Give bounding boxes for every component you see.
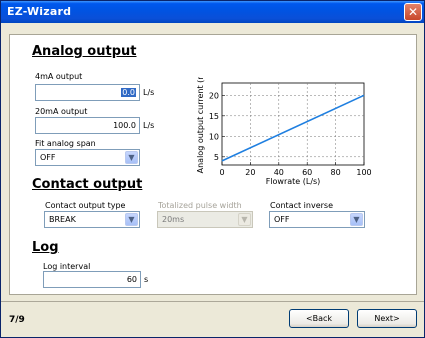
log-interval-input[interactable]: 60 xyxy=(43,271,141,288)
x-tick-label: 20 xyxy=(245,168,255,177)
ma4-output-input[interactable]: 0.0 xyxy=(35,84,140,101)
wizard-window: EZ-Wizard ✕ Analog output 4mA output 0.0… xyxy=(0,0,425,338)
fit-analog-span-value: OFF xyxy=(40,153,56,162)
ma4-output-unit: L/s xyxy=(143,88,155,97)
fit-analog-span-label: Fit analog span xyxy=(35,139,96,148)
y-axis-label: Analog output current (n xyxy=(196,77,205,173)
settings-panel: Analog output 4mA output 0.0 L/s 20mA ou… xyxy=(9,34,417,295)
pulse-width-label: Totalized pulse width xyxy=(158,201,242,210)
chevron-down-icon[interactable]: ▼ xyxy=(125,213,138,226)
contact-inverse-select[interactable]: OFF ▼ xyxy=(269,211,365,228)
y-tick-label: 20 xyxy=(209,91,219,100)
analog-output-heading: Analog output xyxy=(32,44,137,59)
contact-output-type-value: BREAK xyxy=(49,215,76,224)
window-title: EZ-Wizard xyxy=(7,5,72,18)
ma4-output-value: 0.0 xyxy=(121,88,136,97)
contact-inverse-label: Contact inverse xyxy=(270,201,333,210)
y-tick-label: 15 xyxy=(209,112,219,121)
fit-analog-span-select[interactable]: OFF ▼ xyxy=(35,149,140,166)
x-tick-label: 80 xyxy=(331,168,341,177)
x-tick-label: 100 xyxy=(356,168,371,177)
x-tick-label: 60 xyxy=(302,168,312,177)
close-button[interactable]: ✕ xyxy=(404,3,422,21)
page-indicator: 7/9 xyxy=(9,315,25,325)
y-tick-label: 5 xyxy=(214,153,219,162)
log-heading: Log xyxy=(32,240,59,255)
contact-output-heading: Contact output xyxy=(32,177,143,192)
y-tick-label: 10 xyxy=(209,132,219,141)
chevron-down-icon[interactable]: ▼ xyxy=(350,213,363,226)
next-button[interactable]: Next> xyxy=(357,309,417,328)
x-tick-label: 40 xyxy=(274,168,284,177)
close-icon: ✕ xyxy=(407,5,419,19)
log-interval-unit: s xyxy=(144,275,149,284)
log-interval-label: Log interval xyxy=(43,262,91,271)
pulse-width-select: 20ms ▼ xyxy=(157,211,253,228)
title-bar[interactable]: EZ-Wizard ✕ xyxy=(1,1,424,23)
x-axis-label: Flowrate (L/s) xyxy=(266,177,321,186)
contact-output-type-label: Contact output type xyxy=(45,201,126,210)
chevron-down-icon: ▼ xyxy=(238,213,251,226)
ma20-output-unit: L/s xyxy=(143,121,155,130)
contact-inverse-value: OFF xyxy=(274,215,290,224)
back-button[interactable]: <Back xyxy=(289,309,349,328)
ma20-output-label: 20mA output xyxy=(35,107,88,116)
ma4-output-label: 4mA output xyxy=(35,72,83,81)
chevron-down-icon[interactable]: ▼ xyxy=(125,151,138,164)
footer-divider xyxy=(1,301,424,302)
contact-output-type-select[interactable]: BREAK ▼ xyxy=(44,211,140,228)
x-tick-label: 0 xyxy=(219,168,224,177)
analog-output-chart: 0 20 40 60 80 100 5 10 15 20 Flowrate (L/s) Analog … xyxy=(196,77,372,186)
ma20-output-input[interactable]: 100.0 xyxy=(35,117,140,134)
pulse-width-value: 20ms xyxy=(162,215,185,224)
